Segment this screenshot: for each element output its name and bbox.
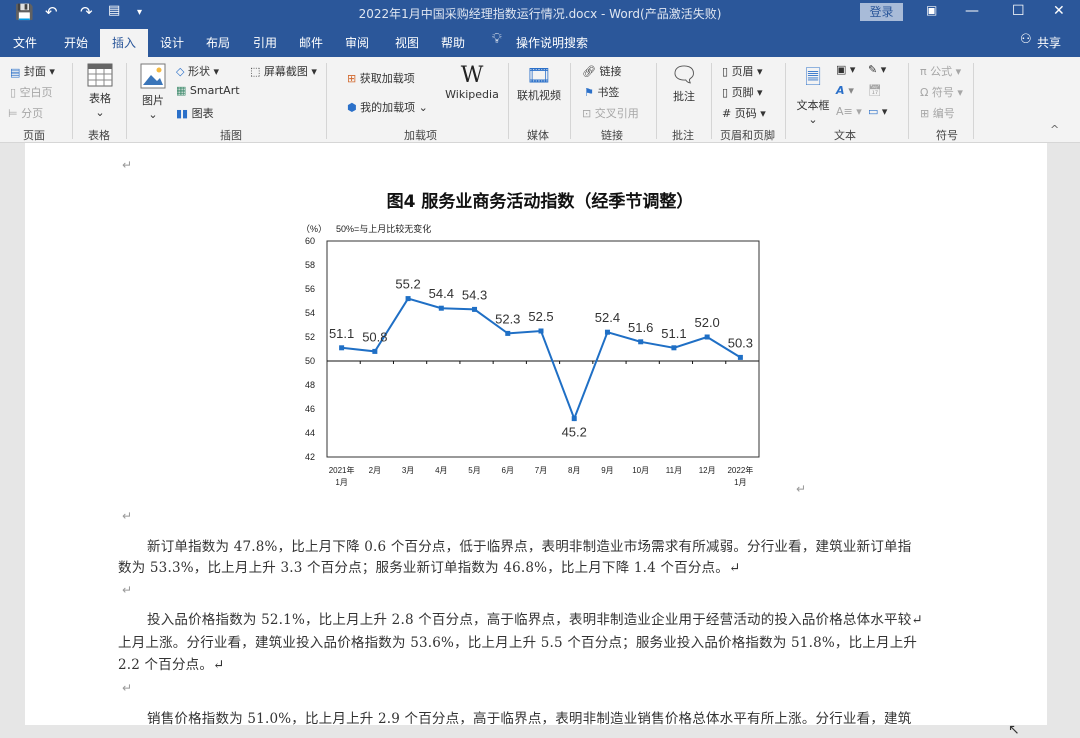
data-point [737, 354, 743, 360]
paragraph-line: 销售价格指数为 51.0%，比上月上升 2.9 个百分点，高于临界点，表明非制造… [147, 711, 912, 727]
data-label: 50.3 [728, 335, 753, 350]
data-point [472, 306, 478, 312]
x-tick-label: 2月 [369, 466, 381, 475]
paragraph-line: 新订单指数为 47.8%，比上月下降 0.6 个百分点，低于临界点，表明非制造业… [147, 539, 912, 555]
y-tick-label: 46 [305, 404, 315, 414]
data-point [405, 296, 411, 302]
plot-area [326, 240, 760, 458]
data-point [438, 305, 444, 311]
data-label: 52.5 [528, 309, 553, 324]
data-point [571, 416, 577, 422]
paragraph-line: 2.2 个百分点。↵ [118, 657, 225, 673]
paragraph-mark: ↵ [796, 482, 807, 496]
x-tick-label: 1月 [734, 478, 746, 487]
data-point [538, 328, 544, 334]
paragraph-mark: ↵ [122, 583, 133, 597]
paragraph-line: 投入品价格指数为 52.1%，比上月上升 2.8 个百分点，高于临界点，表明非制… [147, 612, 923, 628]
data-point [604, 329, 610, 335]
data-point [638, 339, 644, 345]
data-label: 51.1 [661, 326, 686, 341]
paragraph-mark: ↵ [122, 509, 133, 523]
data-point [704, 334, 710, 340]
y-tick-label: 42 [305, 452, 315, 462]
x-tick-label: 6月 [502, 466, 514, 475]
data-label: 52.4 [595, 310, 620, 325]
y-tick-label: 56 [305, 284, 315, 294]
y-tick-label: 52 [305, 332, 315, 342]
data-label: 51.6 [628, 320, 653, 335]
data-label: 52.0 [694, 315, 719, 330]
y-tick-label: 54 [305, 308, 315, 318]
x-tick-label: 10月 [632, 466, 649, 475]
paragraph-mark: ↵ [122, 681, 133, 695]
data-label: 52.3 [495, 311, 520, 326]
data-point [339, 345, 345, 351]
data-point [505, 330, 511, 336]
data-label: 54.4 [429, 286, 454, 301]
chart-note: 50%=与上月比较无变化 [336, 223, 431, 234]
x-tick-label: 5月 [468, 466, 480, 475]
data-label: 45.2 [562, 425, 587, 440]
data-point [671, 345, 677, 351]
y-tick-label: 44 [305, 428, 315, 438]
x-tick-label: 2021年 [329, 465, 355, 475]
data-label: 50.8 [362, 329, 387, 344]
x-tick-label: 7月 [535, 466, 547, 475]
data-label: 51.1 [329, 326, 354, 341]
x-tick-label: 3月 [402, 466, 414, 475]
y-tick-label: 48 [305, 380, 315, 390]
x-tick-label: 12月 [699, 466, 716, 475]
paragraph-line: 数为 53.3%，比上月上升 3.3 个百分点；服务业新订单指数为 46.8%，… [118, 560, 741, 576]
data-label: 55.2 [395, 277, 420, 292]
y-tick-label: 58 [305, 260, 315, 270]
data-label: 54.3 [462, 287, 487, 302]
data-point [372, 348, 378, 354]
y-unit: （%） [301, 224, 327, 234]
paragraph-line: 上月上涨。分行业看，建筑业投入品价格指数为 53.6%，比上月上升 5.5 个百… [118, 635, 918, 651]
x-tick-label: 8月 [568, 466, 580, 475]
x-tick-label: 9月 [601, 466, 613, 475]
x-tick-label: 2022年 [727, 465, 753, 475]
x-tick-label: 1月 [335, 478, 347, 487]
y-tick-label: 50 [305, 356, 315, 366]
x-tick-label: 11月 [666, 466, 682, 475]
y-tick-label: 60 [305, 236, 315, 246]
x-tick-label: 4月 [435, 466, 447, 475]
